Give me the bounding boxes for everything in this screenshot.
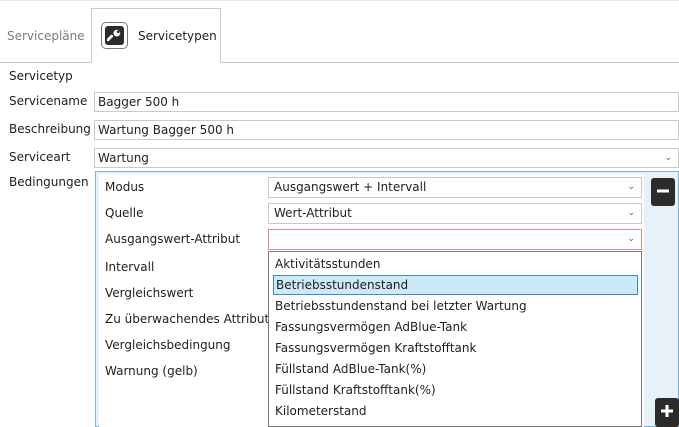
beschreibung-input[interactable]: Wartung Bagger 500 h	[94, 120, 679, 140]
vergleichsbedingung-label: Vergleichsbedingung	[105, 338, 231, 352]
dropdown-option[interactable]: Aktivitätsstunden	[273, 254, 638, 274]
vergleichswert-label: Vergleichswert	[105, 286, 194, 300]
tab-servicetypen-label: Servicetypen	[138, 28, 217, 43]
ausgangswert-attribut-label: Ausgangswert-Attribut	[105, 232, 241, 246]
attribute-dropdown-list: Aktivitätsstunden Betriebsstundenstand B…	[268, 251, 642, 427]
tab-servicetypen[interactable]: Servicetypen	[91, 8, 221, 63]
dropdown-option-highlighted[interactable]: Betriebsstundenstand	[273, 275, 638, 295]
modus-select[interactable]: Ausgangswert + Intervall ⌄	[268, 177, 642, 198]
intervall-label: Intervall	[105, 260, 155, 274]
servicename-label: Servicename	[9, 94, 88, 108]
zu-ueberwachendes-attribut-label: Zu überwachendes Attribut	[105, 312, 270, 326]
warnung-gelb-label: Warnung (gelb)	[105, 364, 198, 378]
bedingungen-label: Bedingungen	[9, 175, 89, 189]
wrench-icon	[101, 22, 128, 49]
serviceart-select[interactable]: Wartung ⌄	[94, 148, 679, 168]
tab-serviceplaene[interactable]: Servicepläne	[0, 8, 91, 63]
quelle-value: Wert-Attribut	[274, 206, 352, 220]
beschreibung-label: Beschreibung	[9, 122, 91, 136]
modus-value: Ausgangswert + Intervall	[274, 180, 427, 194]
chevron-down-icon: ⌄	[627, 208, 635, 218]
serviceart-value: Wartung	[98, 151, 149, 165]
dropdown-option[interactable]: Fassungsvermögen Kraftstofftank	[273, 338, 638, 358]
quelle-label: Quelle	[105, 206, 144, 220]
chevron-down-icon: ⌄	[627, 182, 635, 192]
modus-label: Modus	[105, 180, 145, 194]
plus-icon	[660, 404, 674, 421]
add-condition-button[interactable]	[655, 398, 679, 427]
minus-icon	[656, 184, 670, 201]
tab-serviceplaene-label: Servicepläne	[7, 28, 85, 43]
quelle-select[interactable]: Wert-Attribut ⌄	[268, 203, 642, 224]
dropdown-option[interactable]: Fassungsvermögen AdBlue-Tank	[273, 317, 638, 337]
serviceart-label: Serviceart	[9, 150, 71, 164]
top-border	[0, 0, 679, 1]
ausgangswert-attribut-select[interactable]: ⌄	[268, 229, 642, 250]
servicename-input[interactable]: Bagger 500 h	[94, 92, 679, 112]
section-title: Servicetyp	[9, 69, 73, 83]
dropdown-option[interactable]: Betriebsstundenstand bei letzter Wartung	[273, 296, 638, 316]
dropdown-option[interactable]: Kilometerstand	[273, 401, 638, 421]
dropdown-option[interactable]: Füllstand Kraftstofftank(%)	[273, 380, 638, 400]
chevron-down-icon: ⌄	[664, 153, 672, 163]
chevron-down-icon: ⌄	[627, 234, 635, 244]
remove-condition-button[interactable]	[651, 178, 675, 206]
dropdown-option[interactable]: Füllstand AdBlue-Tank(%)	[273, 359, 638, 379]
